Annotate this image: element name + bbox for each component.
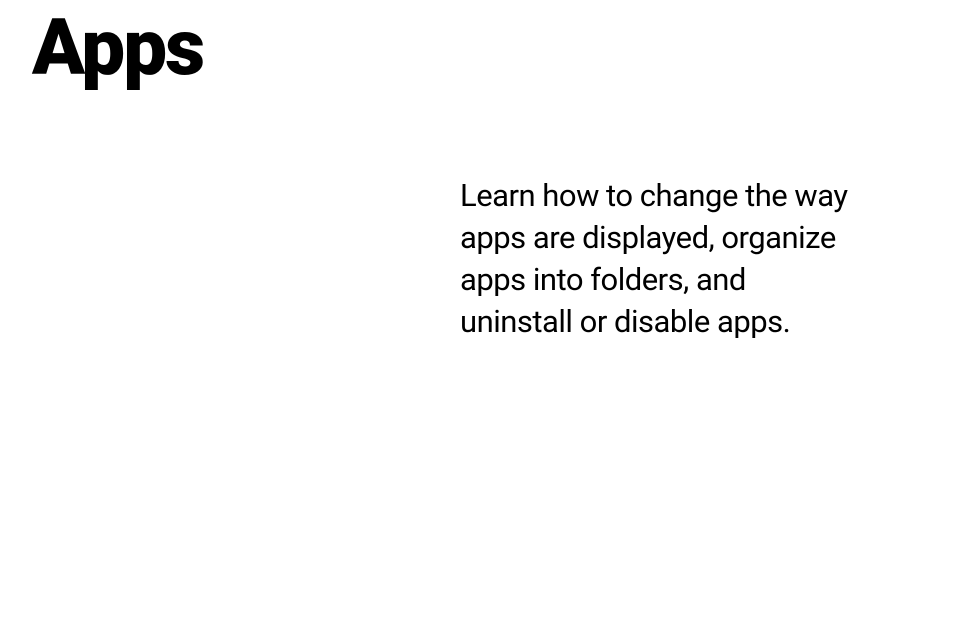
page-description: Learn how to change the way apps are dis…	[460, 175, 860, 342]
page-title: Apps	[32, 10, 203, 88]
